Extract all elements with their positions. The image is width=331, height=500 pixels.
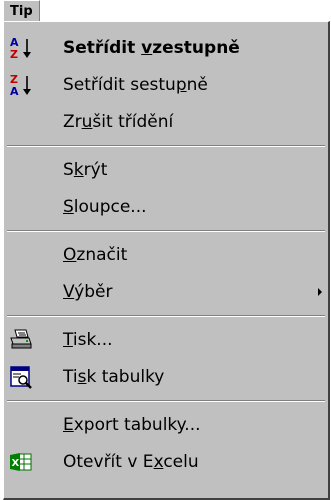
menu-item-label-pre: S [63, 159, 74, 180]
menu-item-mnemonic: p [175, 74, 187, 95]
menu-item-label-post: xport tabulky... [73, 414, 201, 435]
svg-text:A: A [10, 85, 19, 97]
menu-title-tab[interactable]: Tip [3, 0, 40, 22]
excel-icon: X [9, 450, 33, 474]
menu-separator [4, 310, 328, 321]
menu-item-label-pre: Ti [63, 366, 78, 387]
printer-icon [9, 328, 33, 352]
menu-item-print-table[interactable]: Tisk tabulky [4, 358, 328, 395]
menu-item-label-post: rýt [83, 159, 108, 180]
menu-item-mnemonic: k [73, 159, 84, 180]
menu-item-label-post: šit třídění [92, 111, 174, 132]
menu-item-export-table[interactable]: Export tabulky... [4, 406, 328, 443]
menu-item-label-pre: Zr [63, 111, 82, 132]
menu-item-label-post: značit [76, 244, 128, 265]
menu-item-cancel-sort[interactable]: Zrušit třídění [4, 103, 328, 140]
menu-item-print[interactable]: Tisk... [4, 321, 328, 358]
svg-text:Z: Z [10, 48, 18, 60]
menu-item-mnemonic: T [63, 329, 73, 350]
menu-separator [4, 395, 328, 406]
menu-item-label-pre: Setřídit sestu [63, 74, 176, 95]
menu-item-mnemonic: x [153, 451, 164, 472]
menu-item-label-post: loupce... [73, 196, 147, 217]
menu-item-label-post: zestupně [152, 37, 240, 58]
menu-item-hide[interactable]: Skrýt [4, 151, 328, 188]
menu-item-mnemonic: O [63, 244, 77, 265]
menu-separator [4, 140, 328, 151]
menu-item-selection[interactable]: Výběr [4, 273, 328, 310]
menu-item-mark[interactable]: Označit [4, 236, 328, 273]
menu-item-label-pre: Otevřít v E [63, 451, 154, 472]
menu-item-label-pre: Setřídit [63, 37, 142, 58]
menu-title: Tip [10, 4, 33, 19]
menu-item-open-in-excel[interactable]: X Otevřít v Excelu [4, 443, 328, 480]
menu-item-mnemonic: u [81, 111, 93, 132]
menu-item-label-post: isk... [72, 329, 113, 350]
menu-item-mnemonic: E [63, 414, 74, 435]
sort-ascending-icon: A Z [9, 36, 33, 60]
menu-item-sort-ascending[interactable]: A Z Setřídit vzestupně [4, 29, 328, 66]
menu-item-sort-descending[interactable]: Z A Setřídit sestupně [4, 66, 328, 103]
print-preview-icon [9, 365, 33, 389]
menu-item-columns[interactable]: Sloupce... [4, 188, 328, 225]
menu-item-label-post: ně [186, 74, 208, 95]
menu-item-mnemonic: v [141, 37, 153, 58]
menu-item-label-post: celu [163, 451, 199, 472]
menu-separator [4, 225, 328, 236]
menu-item-label-post: k tabulky [86, 366, 165, 387]
sort-descending-icon: Z A [9, 73, 33, 97]
context-menu: A Z Setřídit vzestupně Z A Setřídit sest… [3, 21, 330, 500]
menu-item-label-post: ýběr [74, 281, 113, 302]
submenu-arrow-icon [318, 287, 322, 296]
svg-text:X: X [12, 458, 20, 469]
menu-item-mnemonic: S [63, 196, 74, 217]
menu-item-mnemonic: V [63, 281, 75, 302]
